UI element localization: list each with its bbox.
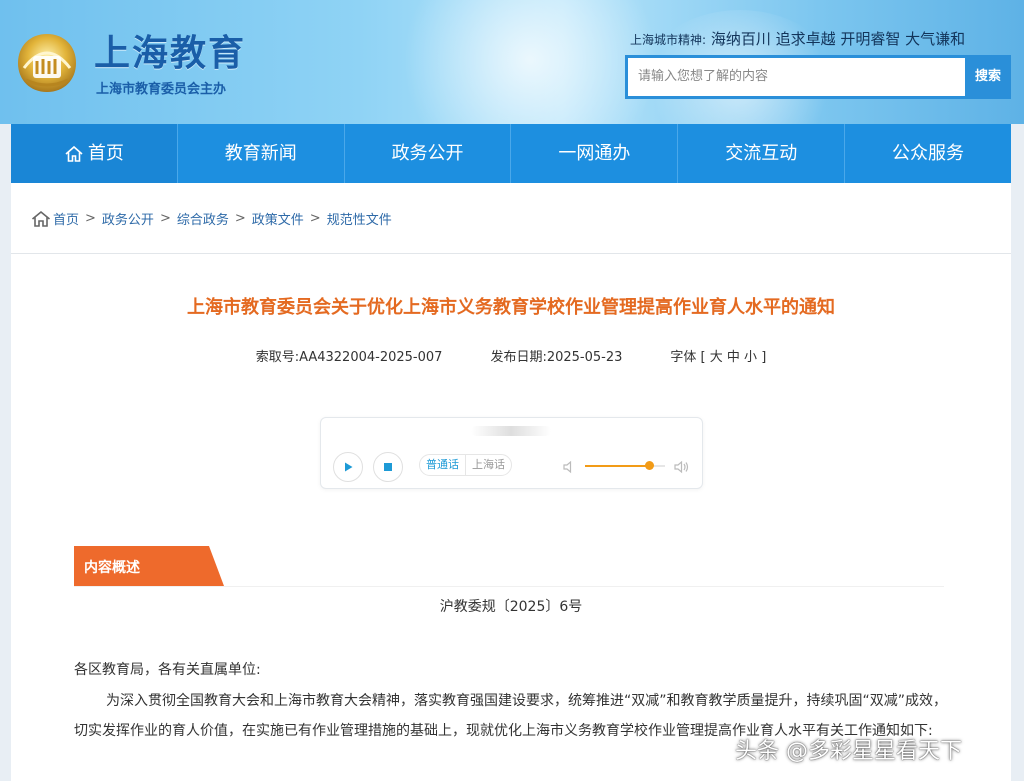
nav-item-label: 交流互动 xyxy=(725,143,798,164)
breadcrumb-link-general-affairs[interactable]: 综合政务 xyxy=(177,209,229,228)
font-size-switcher: 字体 [ 大 中 小 ] xyxy=(670,350,767,365)
site-logo-emblem[interactable] xyxy=(14,30,80,96)
site-title[interactable]: 上海教育 xyxy=(94,24,246,76)
font-size-label: 字体 xyxy=(670,350,697,365)
lang-shanghainese[interactable]: 上海话 xyxy=(465,455,511,475)
stop-button[interactable] xyxy=(373,452,403,482)
article-title: 上海市教育委员会关于优化上海市义务教育学校作业管理提高作业育人水平的通知 xyxy=(187,297,835,318)
site-header: 上海教育 上海市教育委员会主办 上海城市精神: 海纳百川 追求卓越 开明睿智 大… xyxy=(0,0,1024,124)
volume-high-icon[interactable] xyxy=(673,460,689,474)
nav-item-label: 首页 xyxy=(87,143,124,164)
nav-item-interaction[interactable]: 交流互动 xyxy=(678,124,846,183)
breadcrumb-link-policy-docs[interactable]: 政策文件 xyxy=(252,209,304,228)
nav-item-one-stop-service[interactable]: 一网通办 xyxy=(511,124,679,183)
volume-slider[interactable] xyxy=(585,461,665,470)
nav-item-label: 教育新闻 xyxy=(224,143,297,164)
nav-item-label: 公众服务 xyxy=(892,143,965,164)
lang-mandarin[interactable]: 普通话 xyxy=(420,455,465,475)
nav-item-label: 一网通办 xyxy=(558,143,631,164)
breadcrumb-link-gov-affairs[interactable]: 政务公开 xyxy=(102,209,154,228)
player-title-blurred xyxy=(471,426,551,436)
section-divider xyxy=(74,586,944,587)
breadcrumb-link-normative-docs[interactable]: 规范性文件 xyxy=(327,209,392,228)
search-input[interactable]: 请输入您想了解的内容 xyxy=(625,55,965,99)
audio-player: 普通话 上海话 xyxy=(320,417,703,489)
section-tag: 内容概述 xyxy=(74,546,224,586)
play-button[interactable] xyxy=(333,452,363,482)
nav-item-public-services[interactable]: 公众服务 xyxy=(845,124,1011,183)
article-meta: 索取号:AA4322004-2025-007 发布日期:2025-05-23 字… xyxy=(11,346,1011,365)
nav-item-label: 政务公开 xyxy=(391,143,464,164)
breadcrumb-separator: > xyxy=(309,211,321,226)
breadcrumb-link-home[interactable]: 首页 xyxy=(53,209,79,228)
home-icon xyxy=(31,210,51,227)
nav-item-education-news[interactable]: 教育新闻 xyxy=(178,124,345,183)
font-size-small[interactable]: 小 xyxy=(744,350,757,365)
breadcrumb-separator: > xyxy=(234,211,246,226)
city-spirit-text: 海纳百川 追求卓越 开明睿智 大气谦和 xyxy=(710,30,966,48)
volume-low-icon[interactable] xyxy=(562,460,576,474)
nav-item-home[interactable]: 首页 xyxy=(11,124,178,183)
font-size-medium[interactable]: 中 xyxy=(727,350,740,365)
search-box: 请输入您想了解的内容 搜索 xyxy=(625,55,1011,99)
breadcrumb-divider xyxy=(11,253,1011,254)
watermark: 头条 @多彩星星看天下 xyxy=(735,739,962,764)
city-spirit-label: 上海城市精神: xyxy=(630,33,707,47)
language-toggle: 普通话 上海话 xyxy=(419,454,512,476)
volume-fill xyxy=(585,465,649,467)
breadcrumb-separator: > xyxy=(159,211,171,226)
volume-knob[interactable] xyxy=(645,461,654,470)
main-nav: 首页 教育新闻 政务公开 一网通办 交流互动 公众服务 xyxy=(11,124,1011,183)
search-button[interactable]: 搜索 xyxy=(965,55,1011,99)
play-icon xyxy=(345,462,353,472)
section-tag-label: 内容概述 xyxy=(84,560,140,576)
breadcrumb: 首页 > 政务公开 > 综合政务 > 政策文件 > 规范性文件 xyxy=(31,209,392,228)
greeting-paragraph: 各区教育局，各有关直属单位: xyxy=(74,662,261,678)
breadcrumb-separator: > xyxy=(85,211,96,226)
nav-item-government-affairs[interactable]: 政务公开 xyxy=(345,124,512,183)
content-panel: 首页 > 政务公开 > 综合政务 > 政策文件 > 规范性文件 上海市教育委员会… xyxy=(11,183,1011,781)
publish-date: 发布日期:2025-05-23 xyxy=(490,350,623,365)
city-spirit: 上海城市精神: 海纳百川 追求卓越 开明睿智 大气谦和 xyxy=(630,28,965,49)
document-number: 沪教委规〔2025〕6号 xyxy=(439,599,583,615)
index-number: 索取号:AA4322004-2025-007 xyxy=(255,350,443,365)
home-icon xyxy=(65,145,83,162)
font-size-large[interactable]: 大 xyxy=(710,350,723,365)
stop-icon xyxy=(384,463,392,471)
site-subtitle: 上海市教育委员会主办 xyxy=(96,82,227,97)
